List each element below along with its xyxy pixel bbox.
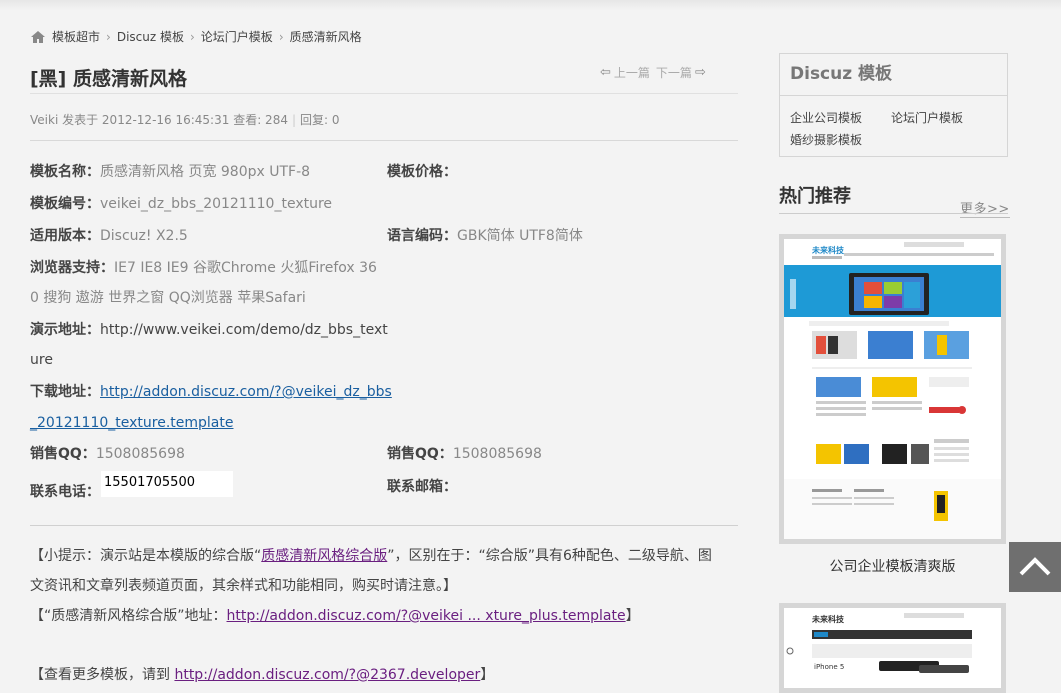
- back-to-top-button[interactable]: [1009, 542, 1061, 592]
- field-browser-cont: 0 搜狗 遨游 世界之窗 QQ浏览器 苹果Safari: [30, 290, 306, 306]
- download-link[interactable]: _20121110_texture.template: [30, 415, 233, 431]
- arrow-right-icon[interactable]: ⇨: [695, 65, 706, 80]
- prev-next-nav: ⇦ 上一篇 下一篇 ⇨: [600, 64, 706, 81]
- field-language: 语言编码：GBK简体 UTF8简体: [387, 228, 583, 244]
- prev-link[interactable]: 上一篇: [614, 64, 650, 81]
- field-sales-qq: 销售QQ：1508085698: [30, 446, 185, 462]
- breadcrumb-item[interactable]: 论坛门户模板: [201, 28, 273, 45]
- template-preview-image: 未来科技: [784, 239, 1001, 539]
- phone-image: 15501705500: [101, 471, 233, 497]
- breadcrumb: 模板超市 › Discuz 模板 › 论坛门户模板 › 质感清新风格: [30, 28, 362, 45]
- category-item[interactable]: 企业公司模板: [790, 109, 862, 126]
- divider: [30, 525, 738, 526]
- home-icon[interactable]: [30, 30, 46, 44]
- field-template-price: 模板价格：: [387, 164, 457, 180]
- divider: [779, 213, 1008, 214]
- tip-line: 【小提示：演示站是本模版的综合版“质感清新风格综合版”，区别在于：“综合版”具有…: [30, 548, 712, 564]
- field-download: 下载地址：http://addon.discuz.com/?@veikei_dz…: [30, 384, 392, 400]
- post-meta: Veiki 发表于 2012-12-16 16:45:31 查看: 284 | 回复…: [30, 113, 340, 127]
- arrow-left-icon[interactable]: ⇦: [600, 65, 611, 80]
- view-count: 查看: 284: [233, 113, 288, 127]
- field-email: 联系邮箱：: [387, 479, 457, 495]
- divider: [30, 140, 738, 141]
- category-box-title: Discuz 模板: [780, 54, 1007, 96]
- combo-url-link[interactable]: http://addon.discuz.com/?@veikei ... xtu…: [227, 608, 626, 624]
- template-thumbnail[interactable]: 未来科技 iPhone 5: [779, 603, 1006, 693]
- chevron-right-icon: ›: [189, 29, 195, 44]
- combo-version-link[interactable]: 质感清新风格综合版: [261, 548, 387, 564]
- field-phone: 联系电话：: [30, 484, 100, 500]
- field-version: 适用版本：Discuz! X2.5: [30, 228, 188, 244]
- post-date: 发表于 2012-12-16 16:45:31: [62, 113, 230, 127]
- category-box: Discuz 模板 企业公司模板 论坛门户模板 婚纱摄影模板: [779, 53, 1008, 157]
- more-link[interactable]: 更多>>: [960, 198, 1010, 218]
- field-demo: 演示地址：http://www.veikei.com/demo/dz_bbs_t…: [30, 322, 388, 338]
- next-link[interactable]: 下一篇: [656, 64, 692, 81]
- tip-line: 【查看更多模板，请到 http://addon.discuz.com/?@236…: [30, 667, 495, 683]
- field-download-cont: _20121110_texture.template: [30, 408, 233, 438]
- svg-text:未来科技: 未来科技: [811, 245, 845, 255]
- svg-text:未来科技: 未来科技: [811, 614, 845, 624]
- field-browser: 浏览器支持：IE7 IE8 IE9 谷歌Chrome 火狐Firefox 36: [30, 260, 377, 276]
- demo-url[interactable]: http://www.veikei.com/demo/dz_bbs_text: [100, 322, 388, 338]
- template-thumbnail[interactable]: 未来科技: [779, 234, 1006, 544]
- breadcrumb-item[interactable]: 模板超市: [52, 28, 100, 45]
- field-sales-qq-2: 销售QQ：1508085698: [387, 446, 542, 462]
- divider: [30, 93, 738, 94]
- hot-section-title: 热门推荐: [779, 186, 851, 207]
- field-template-code: 模板编号：veikei_dz_bbs_20121110_texture: [30, 196, 333, 212]
- more-templates-link[interactable]: http://addon.discuz.com/?@2367.developer: [174, 667, 480, 683]
- category-item[interactable]: 婚纱摄影模板: [790, 131, 862, 148]
- tip-line: 文资讯和文章列表频道页面，其余样式和功能相同，购买时请注意。】: [30, 578, 457, 594]
- download-link[interactable]: http://addon.discuz.com/?@veikei_dz_bbs: [100, 384, 392, 400]
- tip-line: 【“质感清新风格综合版”地址：http://addon.discuz.com/?…: [30, 608, 640, 624]
- svg-text:iPhone 5: iPhone 5: [814, 663, 844, 671]
- page-title: [黑] 质感清新风格: [30, 68, 187, 90]
- reply-count: 回复: 0: [300, 113, 340, 127]
- template-preview-image: 未来科技 iPhone 5: [784, 608, 1001, 688]
- chevron-right-icon: ›: [278, 29, 284, 44]
- breadcrumb-current[interactable]: 质感清新风格: [290, 28, 362, 45]
- chevron-right-icon: ›: [106, 29, 111, 44]
- breadcrumb-item[interactable]: Discuz 模板: [117, 28, 184, 45]
- chevron-up-icon: [1019, 557, 1051, 576]
- thumbnail-caption[interactable]: 公司企业模板清爽版: [779, 556, 1006, 576]
- category-item[interactable]: 论坛门户模板: [891, 109, 963, 126]
- top-shade: [0, 0, 1061, 10]
- field-template-name: 模板名称：质感清新风格 页宽 980px UTF-8: [30, 164, 311, 180]
- author-link[interactable]: Veiki: [30, 113, 58, 127]
- field-demo-cont: ure: [30, 352, 53, 368]
